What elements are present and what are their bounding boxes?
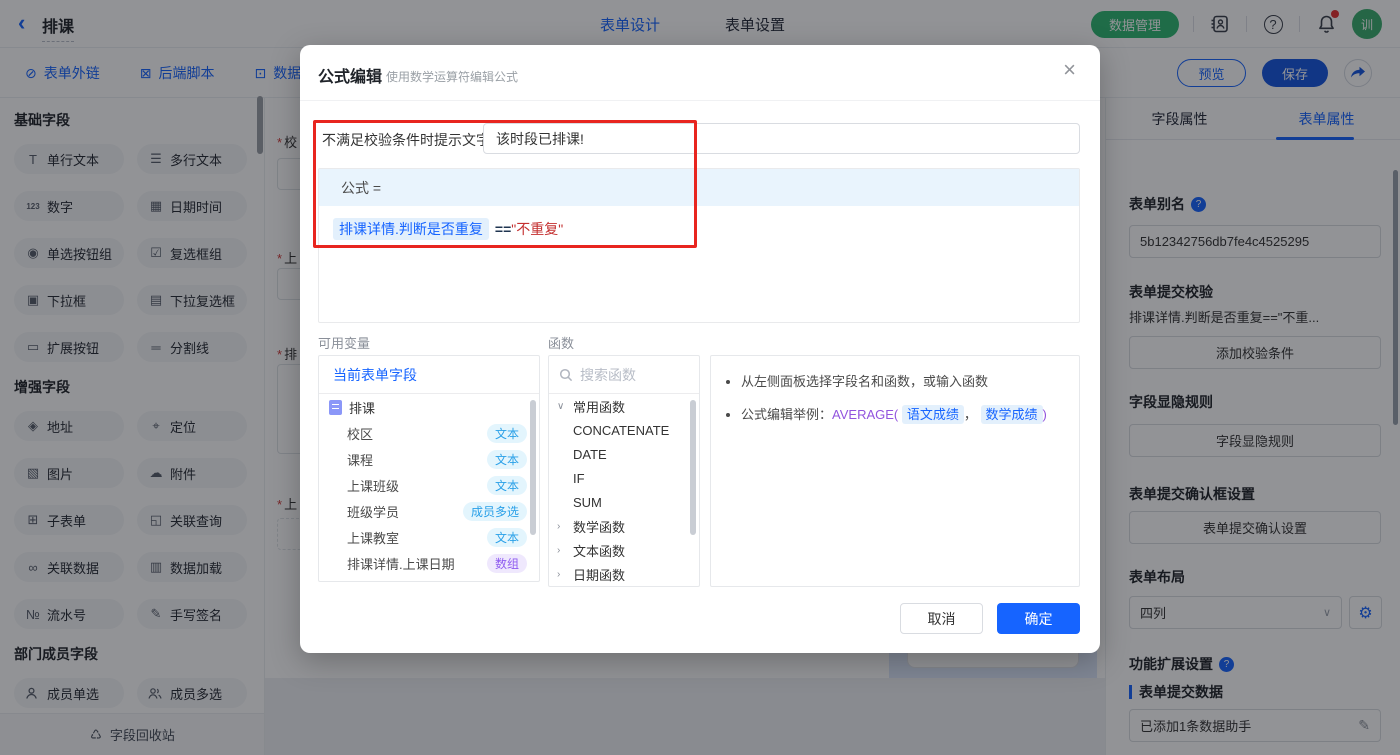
cancel-button[interactable]: 取消: [900, 603, 983, 634]
function-item[interactable]: IF: [549, 466, 699, 490]
dialog-title: 公式编辑: [318, 69, 383, 86]
function-group-common[interactable]: ∨ 常用函数: [549, 394, 699, 418]
variable-row[interactable]: 班级学员 成员多选: [319, 498, 539, 524]
variable-row[interactable]: 校区 文本: [319, 420, 539, 446]
function-search-input[interactable]: [580, 366, 680, 383]
formula-field-chip[interactable]: 排课详情.判断是否重复: [333, 218, 489, 240]
variable-row[interactable]: 上课班级 文本: [319, 472, 539, 498]
formula-editor[interactable]: 公式 = 排课详情.判断是否重复 =="不重复": [318, 168, 1080, 323]
tip-line-1: 从左侧面板选择字段名和函数，或输入函数: [741, 372, 1065, 392]
function-group-text[interactable]: › 文本函数: [549, 538, 699, 562]
variable-row[interactable]: 课程 文本: [319, 446, 539, 472]
variable-row[interactable]: 上课教室 文本: [319, 524, 539, 550]
variable-row-clipped[interactable]: [319, 576, 539, 582]
variables-title: 可用变量: [318, 336, 371, 351]
type-badge: 文本: [486, 449, 527, 469]
type-badge: 文本: [486, 527, 527, 547]
tips-panel: 从左侧面板选择字段名和函数，或输入函数 公式编辑举例：AVERAGE( 语文成绩…: [710, 355, 1080, 587]
type-badge: 数组: [486, 553, 527, 573]
form-doc-icon: [329, 399, 342, 415]
app-window: ‹ 排课 表单设计 表单设置 数据管理 ? 训 ⊘表单外链 ⊠后端脚本 ⊡: [0, 0, 1400, 755]
variables-panel: 当前表单字段 排课 校区 文本 课程 文本 上课班级 文本 班级学员 成员多选 上课教室…: [318, 355, 540, 582]
tree-node-form[interactable]: 排课: [319, 394, 539, 420]
validation-message-label: 不满足校验条件时提示文字:: [322, 132, 494, 148]
close-icon[interactable]: ×: [1063, 59, 1076, 81]
functions-panel: ∨常用函数 CONCATENATE DATE IF SUM ›数学函数 ›文本函…: [548, 355, 700, 587]
tab-current-form-fields[interactable]: 当前表单字段: [319, 356, 539, 394]
caret-right-icon: ›: [557, 568, 561, 580]
function-group-date[interactable]: › 日期函数: [549, 562, 699, 586]
caret-right-icon: ›: [557, 520, 561, 532]
formula-string-literal: "不重复": [511, 221, 564, 237]
header-divider: [300, 100, 1100, 101]
function-search[interactable]: [549, 356, 699, 394]
function-group-math[interactable]: › 数学函数: [549, 514, 699, 538]
type-badge: 成员多选: [462, 501, 527, 521]
functions-scrollbar[interactable]: [690, 400, 696, 535]
variable-row[interactable]: 排课详情.上课日期 数组: [319, 550, 539, 576]
example-field-chip: 数学成绩: [980, 405, 1043, 424]
function-item[interactable]: CONCATENATE: [549, 418, 699, 442]
tip-line-2: 公式编辑举例：AVERAGE( 语文成绩， 数学成绩): [741, 405, 1065, 425]
example-field-chip: 语文成绩: [901, 405, 964, 424]
functions-title: 函数: [548, 336, 575, 351]
search-icon: [559, 368, 573, 382]
formula-edit-dialog: 公式编辑 使用数学运算符编辑公式 × 不满足校验条件时提示文字: 公式 = 排课…: [300, 45, 1100, 653]
validation-message-input[interactable]: [483, 123, 1080, 154]
dialog-subtitle: 使用数学运算符编辑公式: [386, 70, 519, 84]
function-item[interactable]: DATE: [549, 442, 699, 466]
type-badge: [499, 581, 527, 582]
caret-down-icon: ∨: [557, 400, 565, 412]
formula-expression[interactable]: 排课详情.判断是否重复 =="不重复": [319, 206, 1079, 240]
confirm-button[interactable]: 确定: [997, 603, 1080, 634]
formula-header: 公式 =: [319, 169, 1079, 206]
caret-right-icon: ›: [557, 544, 561, 556]
type-badge: 文本: [486, 423, 527, 443]
type-badge: 文本: [486, 475, 527, 495]
function-item[interactable]: SUM: [549, 490, 699, 514]
example-function-name: AVERAGE(: [832, 407, 899, 422]
variables-scrollbar[interactable]: [530, 400, 536, 535]
formula-operator: ==: [494, 221, 512, 237]
